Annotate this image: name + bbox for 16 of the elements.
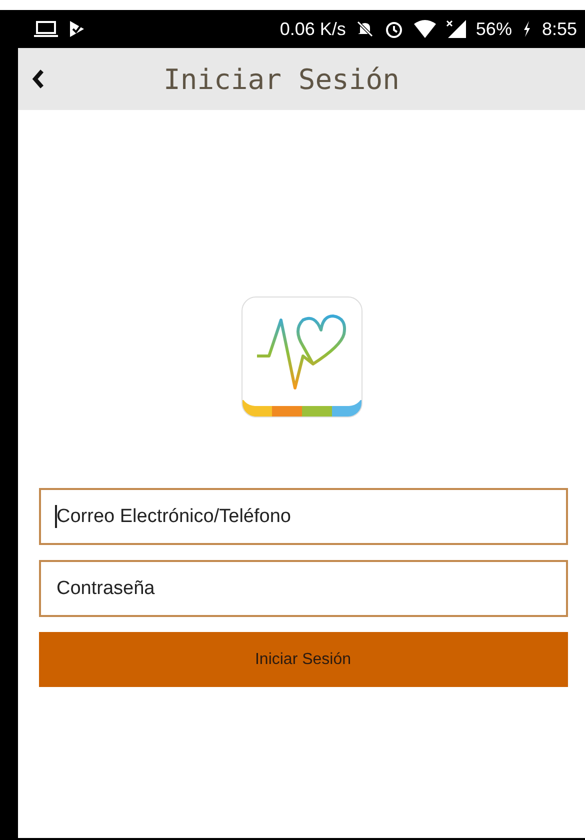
screen-title: Iniciar Sesión bbox=[162, 62, 400, 96]
bell-off-icon bbox=[356, 20, 374, 38]
app-logo-icon bbox=[240, 296, 362, 418]
wifi-icon bbox=[414, 20, 436, 38]
laptop-icon bbox=[34, 20, 58, 38]
back-icon bbox=[31, 69, 45, 89]
signal-icon bbox=[446, 20, 466, 38]
input-field[interactable]: Correo Electrónico/Teléfono bbox=[38, 488, 568, 545]
charging-icon bbox=[522, 20, 532, 38]
login-button[interactable]: Iniciar Sesión bbox=[38, 632, 568, 687]
alarm-icon bbox=[384, 19, 404, 39]
clock-time: 8:55 bbox=[542, 18, 577, 40]
network-speed: 0.06 K/s bbox=[280, 18, 346, 40]
battery-percent: 56% bbox=[476, 18, 512, 40]
input-field[interactable]: Contraseña bbox=[38, 560, 568, 617]
checklist-icon bbox=[68, 20, 86, 38]
